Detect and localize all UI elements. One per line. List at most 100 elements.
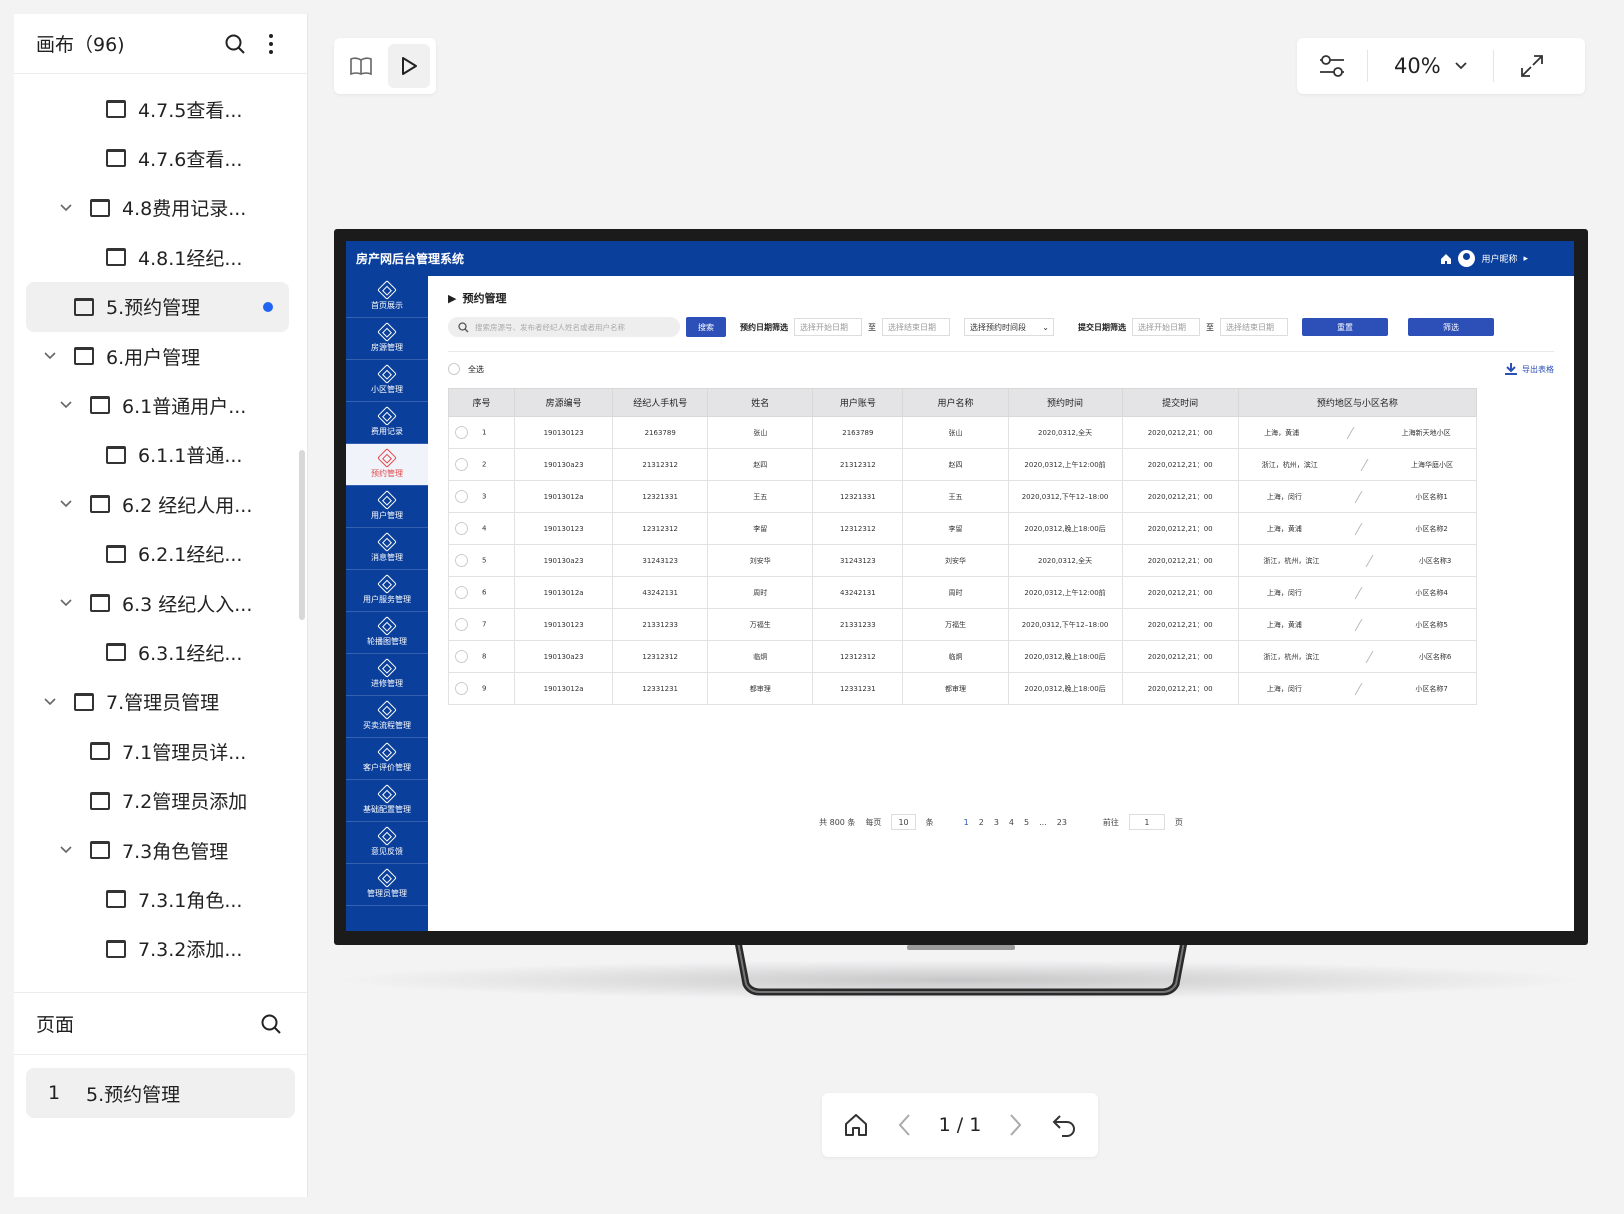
tree-item[interactable]: 5.预约管理	[26, 281, 289, 332]
page-list-item[interactable]: 1 5.预约管理	[26, 1068, 295, 1118]
sidebar-nav-item[interactable]: 管理员管理	[346, 864, 428, 906]
chevron-down-icon[interactable]	[58, 599, 74, 607]
tree-item[interactable]: 4.7.5查看...	[26, 84, 289, 134]
table-row[interactable]: 3 19013012a 12321331 王五 12321331 王五 2020,0312,…	[447, 480, 1478, 513]
tree-item[interactable]: 6.1普通用户...	[26, 380, 289, 430]
table-row[interactable]: 6 19013012a 43242131 周时 43242131 周时 2020,0312,…	[447, 576, 1478, 609]
submit-start-date[interactable]: 选择开始日期	[1132, 318, 1200, 336]
appointment-start-date[interactable]: 选择开始日期	[794, 318, 862, 336]
tree-item[interactable]: 7.1管理员详...	[26, 726, 289, 776]
row-select-radio[interactable]	[455, 618, 468, 631]
search-icon[interactable]	[221, 30, 249, 58]
chevron-down-icon[interactable]	[58, 204, 74, 212]
avatar[interactable]	[1458, 250, 1476, 267]
tree-item[interactable]: 6.用户管理	[26, 331, 289, 381]
search-button[interactable]: 搜索	[686, 317, 726, 337]
tree-item[interactable]: 6.3.1经纪...	[26, 627, 289, 677]
row-select-radio[interactable]	[455, 554, 468, 567]
reset-button[interactable]: 重置	[1302, 318, 1388, 336]
table-row[interactable]: 8 190130a23 12312312 临炯 12312312 临炯 2020,0312,…	[447, 640, 1478, 673]
separator	[1354, 490, 1363, 503]
tree-item[interactable]: 4.7.6查看...	[26, 133, 289, 183]
tree-item[interactable]: 7.3.2添加...	[26, 924, 289, 974]
per-page-select[interactable]: 10	[891, 814, 916, 830]
sidebar-nav-item[interactable]: 预约管理	[346, 444, 428, 486]
filter-button[interactable]: 筛选	[1408, 318, 1494, 336]
select-all-radio[interactable]	[448, 363, 460, 375]
sidebar-nav-item[interactable]: 费用记录	[346, 402, 428, 444]
chevron-down-icon[interactable]	[58, 401, 74, 409]
adjust-settings-button[interactable]	[1297, 38, 1367, 94]
sidebar-nav-item[interactable]: 进修管理	[346, 654, 428, 696]
tree-item[interactable]: 6.2 经纪人用...	[26, 479, 289, 529]
sidebar-nav-item[interactable]: 首页展示	[346, 276, 428, 318]
row-select-radio[interactable]	[455, 682, 468, 695]
sidebar-nav-item[interactable]: 房源管理	[346, 318, 428, 360]
sidebar-nav-item[interactable]: 用户管理	[346, 486, 428, 528]
sidebar-nav-item[interactable]: 小区管理	[346, 360, 428, 402]
chevron-down-icon[interactable]	[42, 352, 58, 360]
table-row[interactable]: 1 190130123 2163789 张山 2163789 张山 2020,0312,全天…	[447, 416, 1478, 449]
appointment-end-date[interactable]: 选择结束日期	[882, 318, 950, 336]
page-link[interactable]: 1	[964, 818, 969, 827]
tree-item[interactable]: 4.8.1经纪...	[26, 232, 289, 282]
chevron-down-icon[interactable]	[58, 500, 74, 508]
more-options-icon[interactable]	[257, 30, 285, 58]
preview-play-button[interactable]	[388, 44, 430, 88]
tree-item[interactable]: 7.2管理员添加	[26, 776, 289, 826]
sidebar-nav-item[interactable]: 轮播图管理	[346, 612, 428, 654]
sidebar-nav-item[interactable]: 买卖流程管理	[346, 696, 428, 738]
page-link[interactable]: 2	[979, 818, 984, 827]
chevron-down-icon[interactable]	[42, 698, 58, 706]
chevron-down-icon[interactable]	[58, 846, 74, 854]
row-select-radio[interactable]	[455, 586, 468, 599]
table-cell: 190130123	[514, 512, 614, 545]
notes-button[interactable]	[340, 44, 382, 88]
sidebar-nav-item[interactable]: 用户服务管理	[346, 570, 428, 612]
row-select-radio[interactable]	[455, 522, 468, 535]
fullscreen-button[interactable]	[1494, 38, 1570, 94]
row-index: 7	[482, 620, 487, 629]
page-link[interactable]: 4	[1009, 818, 1014, 827]
export-button[interactable]: 导出表格	[1504, 362, 1554, 376]
tree-item[interactable]: 7.管理员管理	[26, 677, 289, 727]
sidebar-nav-item[interactable]: 基础配置管理	[346, 780, 428, 822]
sidebar-nav-item[interactable]: 客户评价管理	[346, 738, 428, 780]
tree-item[interactable]: 4.8费用记录...	[26, 183, 289, 233]
period-select[interactable]: 选择预约时间段 ⌄	[964, 318, 1054, 336]
sidebar-nav-item[interactable]: 意见反馈	[346, 822, 428, 864]
prev-page-button[interactable]	[890, 1111, 918, 1139]
home-button[interactable]	[842, 1111, 870, 1139]
table-row[interactable]: 4 190130123 12312312 李留 12312312 李留 2020,0312,…	[447, 512, 1478, 545]
page-link[interactable]: 23	[1057, 818, 1067, 827]
row-select-radio[interactable]	[455, 458, 468, 471]
submit-end-date[interactable]: 选择结束日期	[1220, 318, 1288, 336]
tree-item[interactable]: 6.3 经纪人入...	[26, 578, 289, 628]
tree-item[interactable]: 6.2.1经纪...	[26, 529, 289, 579]
tree-item[interactable]: 7.3角色管理	[26, 825, 289, 875]
undo-button[interactable]	[1050, 1111, 1078, 1139]
table-row[interactable]: 5 190130a23 31243123 刘安华 31243123 刘安华 2020,031…	[447, 544, 1478, 577]
table-row[interactable]: 2 190130a23 21312312 赵四 21312312 赵四 2020,0312,…	[447, 448, 1478, 481]
row-select-radio[interactable]	[455, 426, 468, 439]
page-link[interactable]: 5	[1024, 818, 1029, 827]
search-input[interactable]: 搜索房源号、发布者经纪人姓名或者用户名称	[448, 317, 680, 337]
user-menu[interactable]: 用户昵称 ▸	[1440, 250, 1528, 267]
pages-search-icon[interactable]	[257, 1010, 285, 1038]
tree-item-label: 7.1管理员详...	[122, 741, 247, 764]
tree-scrollbar[interactable]	[299, 450, 305, 620]
goto-page-input[interactable]: 1	[1128, 814, 1165, 830]
table-row[interactable]: 9 19013012a 12331231 都审理 12331231 都审理 2020,031…	[447, 672, 1478, 705]
row-select-radio[interactable]	[455, 650, 468, 663]
row-select-radio[interactable]	[455, 490, 468, 503]
page-link[interactable]: ...	[1039, 818, 1047, 827]
table-row[interactable]: 7 190130123 21331233 万福生 21331233 万福生 2020,031…	[447, 608, 1478, 641]
page-link[interactable]: 3	[994, 818, 999, 827]
next-page-button[interactable]	[1002, 1111, 1030, 1139]
tree-item[interactable]: 6.1.1普通...	[26, 430, 289, 480]
sidebar-nav-item[interactable]: 消息管理	[346, 528, 428, 570]
frame-icon	[74, 692, 94, 711]
tree-item[interactable]: 7.3.1角色...	[26, 874, 289, 924]
zoom-dropdown[interactable]: 40%	[1367, 50, 1494, 82]
region-pair: 上海，闵行 小区名称1	[1239, 490, 1476, 504]
